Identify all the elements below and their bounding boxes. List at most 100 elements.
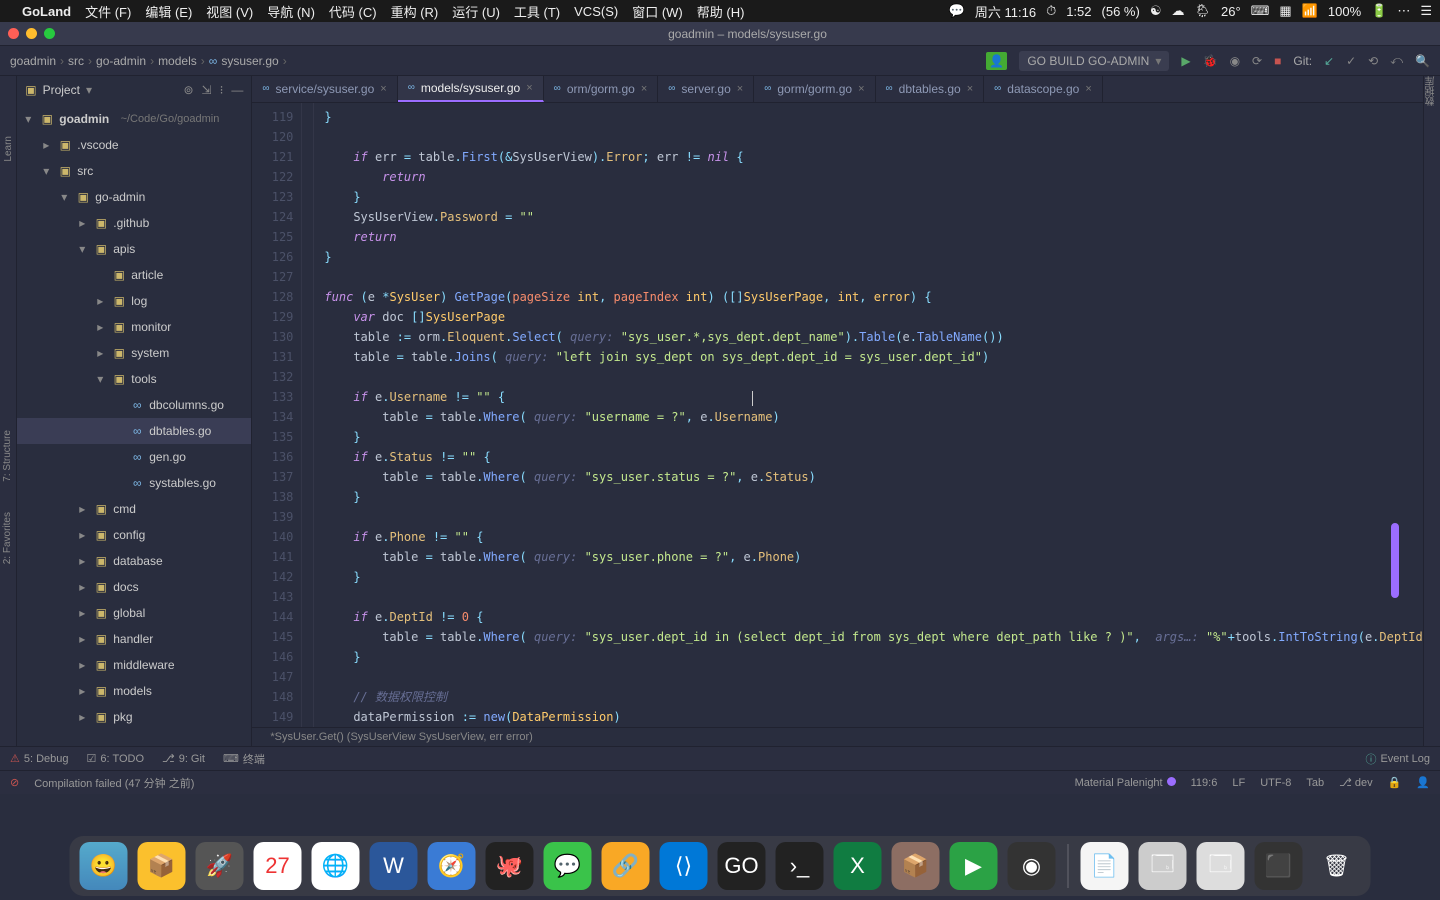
tab-server-go[interactable]: ∞server.go× xyxy=(658,76,754,102)
close-tab-icon[interactable]: × xyxy=(967,83,973,95)
tree-item-dbcolumns-go[interactable]: ∞dbcolumns.go xyxy=(17,392,251,418)
crumb-0[interactable]: goadmin xyxy=(10,54,56,68)
collapse-icon[interactable]: ⇲ xyxy=(202,83,212,97)
tree-item-database[interactable]: ▸▣database xyxy=(17,548,251,574)
tab-models-sysuser-go[interactable]: ∞models/sysuser.go× xyxy=(398,76,544,102)
close-window-button[interactable] xyxy=(8,28,19,39)
dock-doc-4[interactable]: ⬛ xyxy=(1255,842,1303,890)
u1-icon[interactable]: ☯ xyxy=(1150,3,1162,19)
tab-gorm-gorm-go[interactable]: ∞gorm/gorm.go× xyxy=(754,76,875,102)
tab-dbtables-go[interactable]: ∞dbtables.go× xyxy=(876,76,985,102)
tree-item-dbtables-go[interactable]: ∞dbtables.go xyxy=(17,418,251,444)
more-icon[interactable]: ⋯ xyxy=(1397,3,1410,19)
weather-icon[interactable]: 🌦 xyxy=(1194,3,1211,19)
hide-icon[interactable]: — xyxy=(231,83,243,97)
dock-obs[interactable]: ◉ xyxy=(1008,842,1056,890)
wechat-icon[interactable]: 💬 xyxy=(949,3,965,19)
input-icon[interactable]: ⌨ xyxy=(1251,3,1270,19)
crumb-4[interactable]: sysuser.go xyxy=(221,54,278,68)
todo-tool-tab[interactable]: ☑6: TODO xyxy=(87,752,144,765)
dock-goland[interactable]: GO xyxy=(718,842,766,890)
indent[interactable]: Tab xyxy=(1306,777,1324,789)
git-revert-icon[interactable]: ⤺ xyxy=(1390,53,1403,68)
tree-item-go-admin[interactable]: ▾▣go-admin xyxy=(17,184,251,210)
tree-item-handler[interactable]: ▸▣handler xyxy=(17,626,251,652)
tree-item-article[interactable]: ▣article xyxy=(17,262,251,288)
tab-orm-gorm-go[interactable]: ∞orm/gorm.go× xyxy=(544,76,659,102)
wifi-icon[interactable]: 📶 xyxy=(1302,3,1318,19)
battery-icon[interactable]: 🔋 xyxy=(1371,3,1387,19)
menu-code[interactable]: 代码 (C) xyxy=(329,2,377,21)
editor-breadcrumb[interactable]: *SysUser.Get() (SysUserView SysUserView,… xyxy=(252,727,1422,746)
dock-safari[interactable]: 🧭 xyxy=(428,842,476,890)
mem-icon[interactable]: 👤 xyxy=(1416,776,1430,789)
lock-icon[interactable]: 🔒 xyxy=(1388,776,1402,789)
debug-tool-tab[interactable]: ⚠5: Debug xyxy=(10,752,69,765)
tree-item-docs[interactable]: ▸▣docs xyxy=(17,574,251,600)
close-tab-icon[interactable]: × xyxy=(380,83,386,95)
tab-service-sysuser-go[interactable]: ∞service/sysuser.go× xyxy=(252,76,397,102)
fold-gutter[interactable] xyxy=(302,103,314,727)
tree-item-system[interactable]: ▸▣system xyxy=(17,340,251,366)
tree-item-monitor[interactable]: ▸▣monitor xyxy=(17,314,251,340)
dock-iqiyi[interactable]: ▶ xyxy=(950,842,998,890)
tree-item-middleware[interactable]: ▸▣middleware xyxy=(17,652,251,678)
minimize-window-button[interactable] xyxy=(26,28,37,39)
run-button[interactable]: ▶ xyxy=(1181,54,1190,68)
debug-button[interactable]: 🐞 xyxy=(1203,54,1218,68)
dock-app-1[interactable]: 📦 xyxy=(138,842,186,890)
tree-item-systables-go[interactable]: ∞systables.go xyxy=(17,470,251,496)
stop-button[interactable]: ■ xyxy=(1274,54,1281,68)
menu-tools[interactable]: 工具 (T) xyxy=(514,2,560,21)
dock-wechat[interactable]: 💬 xyxy=(544,842,592,890)
git-history-icon[interactable]: ⟲ xyxy=(1368,54,1378,68)
event-log-tab[interactable]: ⓘEvent Log xyxy=(1365,751,1430,767)
mission-icon[interactable]: ▦ xyxy=(1279,3,1291,19)
crumb-3[interactable]: models xyxy=(158,54,197,68)
menu-refactor[interactable]: 重构 (R) xyxy=(391,2,439,21)
menu-vcs[interactable]: VCS(S) xyxy=(574,4,618,19)
project-mode-chevron-icon[interactable]: ▾ xyxy=(86,83,92,97)
tree-item-pkg[interactable]: ▸▣pkg xyxy=(17,704,251,730)
left-tool-learn[interactable]: Learn xyxy=(3,136,14,162)
dock-doc-3[interactable]: 🗔 xyxy=(1197,842,1245,890)
close-tab-icon[interactable]: × xyxy=(641,83,647,95)
menu-icon[interactable]: ☰ xyxy=(1420,3,1432,19)
menu-help[interactable]: 帮助 (H) xyxy=(697,2,745,21)
git-update-icon[interactable]: ↙ xyxy=(1324,54,1334,68)
theme-name[interactable]: Material Palenight xyxy=(1075,777,1176,789)
run-config-selector[interactable]: GO BUILD GO-ADMIN▾ xyxy=(1019,51,1169,71)
tree-item-cmd[interactable]: ▸▣cmd xyxy=(17,496,251,522)
dock-archive[interactable]: 📦 xyxy=(892,842,940,890)
project-label[interactable]: Project xyxy=(43,83,80,97)
tree-item-apis[interactable]: ▾▣apis xyxy=(17,236,251,262)
dock-trash[interactable]: 🗑 xyxy=(1313,842,1361,890)
tree-item-src[interactable]: ▾▣src xyxy=(17,158,251,184)
locate-icon[interactable]: ⊚ xyxy=(183,83,193,97)
dock-vscode[interactable]: ⟨⟩ xyxy=(660,842,708,890)
tree-item-log[interactable]: ▸▣log xyxy=(17,288,251,314)
scrollbar-thumb[interactable] xyxy=(1391,523,1399,598)
crumb-2[interactable]: go-admin xyxy=(96,54,146,68)
crumb-1[interactable]: src xyxy=(68,54,84,68)
menu-run[interactable]: 运行 (U) xyxy=(452,2,500,21)
search-icon[interactable]: 🔍 xyxy=(1415,54,1430,68)
tree-item-tools[interactable]: ▾▣tools xyxy=(17,366,251,392)
git-branch[interactable]: ⎇ dev xyxy=(1339,776,1372,789)
error-icon[interactable]: ⊘ xyxy=(10,776,19,789)
close-tab-icon[interactable]: × xyxy=(858,83,864,95)
left-tool-structure[interactable]: 7: Structure xyxy=(2,430,13,482)
dock-github[interactable]: 🐙 xyxy=(486,842,534,890)
settings-icon[interactable]: ⁝ xyxy=(220,83,224,97)
dock-excel[interactable]: X xyxy=(834,842,882,890)
dock-chrome[interactable]: 🌐 xyxy=(312,842,360,890)
tab-datascope-go[interactable]: ∞datascope.go× xyxy=(984,76,1103,102)
menu-file[interactable]: 文件 (F) xyxy=(85,2,131,21)
dock-finder[interactable]: 😀 xyxy=(80,842,128,890)
terminal-tool-tab[interactable]: ⌨终端 xyxy=(223,751,265,767)
menu-edit[interactable]: 编辑 (E) xyxy=(145,2,192,21)
line-ending[interactable]: LF xyxy=(1232,777,1245,789)
left-tool-favorites[interactable]: 2: Favorites xyxy=(2,512,13,564)
right-tool-database[interactable]: 数据库 xyxy=(1424,76,1439,116)
dock-word[interactable]: W xyxy=(370,842,418,890)
